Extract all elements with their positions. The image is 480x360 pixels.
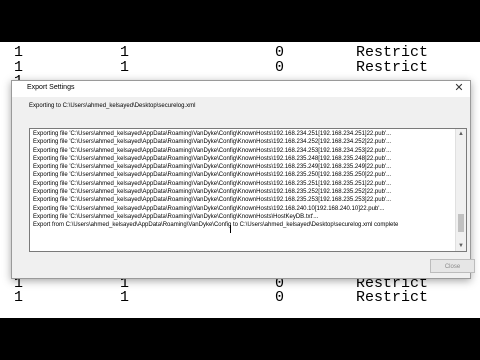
- log-line: Exporting file 'C:\Users\ahmed_kelsayed\…: [33, 189, 392, 196]
- dialog-title: Export Settings: [27, 84, 75, 91]
- log-line: Export from C:\Users\ahmed_kelsayed\AppD…: [33, 222, 399, 229]
- log-line: Exporting file 'C:\Users\ahmed_kelsayed\…: [33, 172, 392, 179]
- log-line: Exporting file 'C:\Users\ahmed_kelsayed\…: [33, 139, 392, 146]
- cell: 1: [120, 44, 130, 61]
- vertical-scrollbar[interactable]: ▲ ▼: [455, 129, 466, 251]
- scroll-down-icon[interactable]: ▼: [456, 241, 466, 251]
- background-row: 1 1 0 Restrict: [0, 59, 480, 76]
- background-row: 1 1 0 Restrict: [0, 289, 480, 306]
- export-settings-dialog: Export Settings ✕ Exporting to C:\Users\…: [11, 80, 475, 279]
- cell: 0: [275, 44, 285, 61]
- scroll-up-icon[interactable]: ▲: [456, 129, 466, 139]
- cell: Restrict: [356, 59, 429, 76]
- log-lines: Exporting file 'C:\Users\ahmed_kelsayed\…: [33, 130, 453, 230]
- cell: 0: [275, 289, 285, 306]
- scroll-thumb[interactable]: [458, 214, 464, 232]
- close-icon[interactable]: ✕: [452, 82, 466, 95]
- cell: 1: [14, 44, 24, 61]
- cell: Restrict: [356, 44, 429, 61]
- log-line: Exporting file 'C:\Users\ahmed_kelsayed\…: [33, 164, 392, 171]
- log-line: Exporting file 'C:\Users\ahmed_kelsayed\…: [33, 147, 392, 154]
- close-button[interactable]: Close: [430, 259, 475, 273]
- log-line: Exporting file 'C:\Users\ahmed_kelsayed\…: [33, 205, 385, 212]
- log-line: Exporting file 'C:\Users\ahmed_kelsayed\…: [33, 131, 392, 137]
- dialog-titlebar[interactable]: Export Settings ✕: [12, 81, 470, 97]
- log-line: Exporting file 'C:\Users\ahmed_kelsayed\…: [33, 197, 392, 204]
- export-log-textbox[interactable]: Exporting file 'C:\Users\ahmed_kelsayed\…: [29, 128, 467, 252]
- text-cursor-icon: [230, 225, 231, 233]
- log-line: Exporting file 'C:\Users\ahmed_kelsayed\…: [33, 155, 392, 162]
- cell: 1: [14, 289, 24, 306]
- cell: Restrict: [356, 289, 429, 306]
- cell: 1: [120, 289, 130, 306]
- cell: 1: [120, 59, 130, 76]
- log-line: Exporting file 'C:\Users\ahmed_kelsayed\…: [33, 180, 392, 187]
- export-path-label: Exporting to C:\Users\ahmed_kelsayed\Des…: [29, 103, 196, 109]
- cell: 0: [275, 59, 285, 76]
- log-line: Exporting file 'C:\Users\ahmed_kelsayed\…: [33, 213, 319, 220]
- background-row: 1 1 0 Restrict: [0, 44, 480, 61]
